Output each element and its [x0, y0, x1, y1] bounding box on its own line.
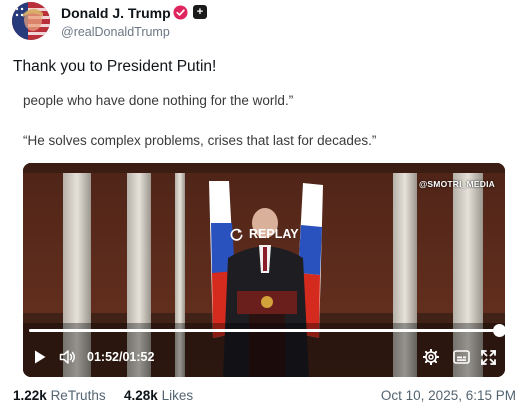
- video-player[interactable]: @SMOTRI_MEDIA REPLAY 01:52/01:52: [23, 163, 505, 377]
- post-media[interactable]: people who have done nothing for the wor…: [13, 84, 515, 377]
- post-timestamp[interactable]: Oct 10, 2025, 6:15 PM: [381, 388, 516, 403]
- play-icon: [35, 350, 46, 364]
- post-header: Donald J. Trump + @realDonaldTrump: [12, 2, 512, 42]
- retruths-label: ReTruths: [50, 388, 106, 403]
- video-controls: 01:52/01:52: [23, 347, 505, 367]
- video-time: 01:52/01:52: [87, 350, 155, 364]
- video-watermark: @SMOTRI_MEDIA: [418, 179, 495, 189]
- replay-button[interactable]: REPLAY: [229, 223, 299, 245]
- video-progress-fill: [29, 329, 499, 332]
- video-progress-bar[interactable]: [29, 324, 505, 337]
- avatar[interactable]: [12, 2, 50, 40]
- author-name[interactable]: Donald J. Trump: [61, 5, 171, 21]
- captions-button[interactable]: [453, 347, 470, 367]
- post-text: Thank you to President Putin!: [13, 58, 217, 75]
- video-frame: [23, 163, 505, 377]
- retruths-count: 1.22k: [13, 388, 47, 403]
- likes-count: 4.28k: [124, 388, 158, 403]
- post-footer: 1.22k ReTruths 4.28k Likes Oct 10, 2025,…: [13, 388, 516, 406]
- avatar-flag-portrait-icon: [12, 2, 50, 40]
- play-button[interactable]: [33, 347, 47, 367]
- replay-label: REPLAY: [249, 227, 299, 241]
- video-progress-knob[interactable]: [493, 324, 505, 337]
- likes-label: Likes: [161, 388, 194, 403]
- fullscreen-icon: [481, 349, 496, 365]
- quote-text-1: people who have done nothing for the wor…: [23, 93, 294, 108]
- replay-icon: [230, 228, 243, 241]
- captions-icon: [453, 350, 470, 364]
- volume-button[interactable]: [59, 347, 77, 367]
- likes-stat[interactable]: 4.28k Likes: [124, 388, 193, 403]
- fullscreen-button[interactable]: [481, 347, 496, 367]
- volume-icon: [59, 350, 75, 364]
- settings-gear-icon: [423, 349, 439, 365]
- settings-button[interactable]: [423, 347, 439, 367]
- retruths-stat[interactable]: 1.22k ReTruths: [13, 388, 106, 403]
- author-handle[interactable]: @realDonaldTrump: [61, 25, 170, 39]
- plus-badge-icon: +: [193, 5, 207, 19]
- quote-text-2: “He solves complex problems, crises that…: [23, 133, 377, 148]
- verified-check-icon: [173, 5, 188, 20]
